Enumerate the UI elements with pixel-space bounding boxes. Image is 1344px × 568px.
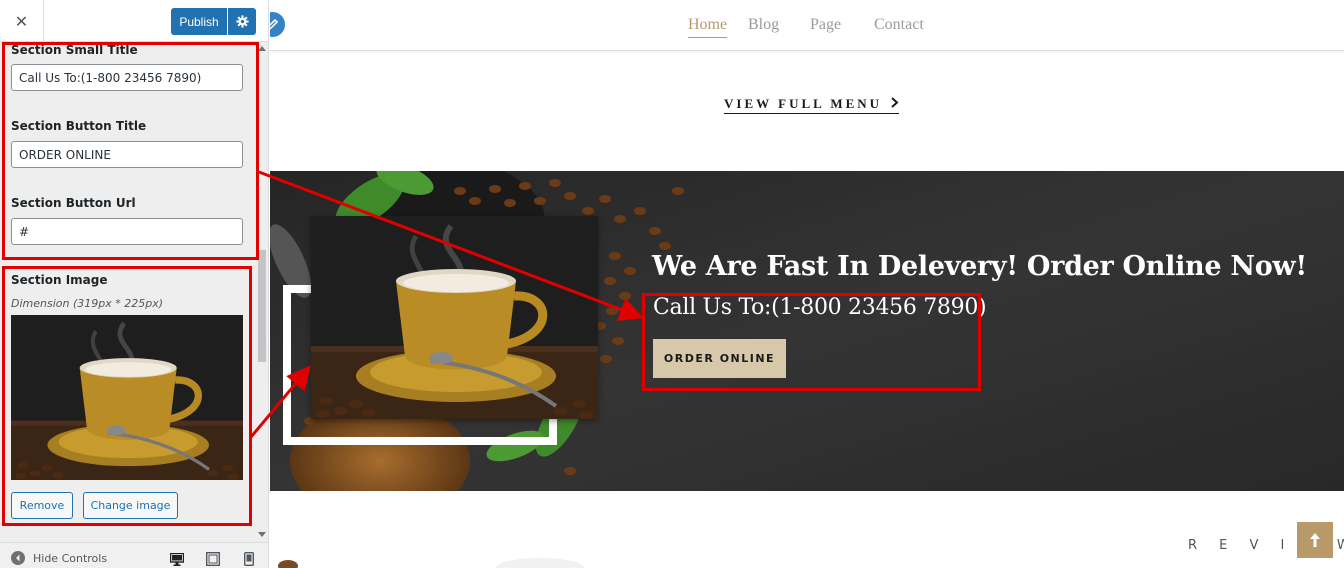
scrollbar-thumb[interactable] [258, 250, 266, 362]
small-title-label: Section Small Title [11, 43, 138, 57]
button-url-label: Section Button Url [11, 196, 136, 210]
reviews-decor-image [278, 558, 584, 568]
button-title-label: Section Button Title [11, 119, 147, 133]
hide-controls-label: Hide Controls [33, 551, 108, 565]
desktop-preview-button[interactable] [169, 551, 185, 568]
change-image-button[interactable]: Change image [83, 492, 178, 519]
section-headline: We Are Fast In Delevery! Order Online No… [652, 251, 1307, 282]
mobile-preview-button[interactable] [243, 551, 255, 568]
section-image[interactable] [311, 216, 598, 419]
customizer-footer: Hide Controls [0, 542, 268, 568]
edit-shortcut-button[interactable] [270, 10, 287, 39]
scroll-down-icon[interactable] [258, 532, 266, 537]
chevron-right-icon [891, 97, 899, 108]
section-small-title: Call Us To:(1-800 23456 7890) [653, 295, 987, 320]
tablet-preview-button[interactable] [205, 551, 221, 568]
hide-controls-button[interactable]: Hide Controls [11, 551, 107, 565]
desktop-icon [169, 552, 185, 566]
nav-item-home[interactable]: Home [688, 16, 728, 38]
publish-settings-button[interactable] [228, 8, 256, 35]
close-icon: ✕ [14, 11, 29, 31]
customizer-sidebar: ✕ Publish Section Small Title Section Bu… [0, 0, 269, 568]
nav-item-page[interactable]: Page [810, 16, 841, 34]
section-image-label: Section Image [11, 273, 108, 287]
site-navigation: Home Blog Page Contact [270, 0, 1344, 51]
collapse-arrow-icon [11, 551, 25, 565]
gear-icon [235, 15, 249, 28]
button-title-input[interactable] [11, 141, 243, 168]
remove-image-label: Remove [19, 499, 65, 512]
scroll-to-top-button[interactable] [1297, 522, 1333, 558]
view-full-menu-label: VIEW FULL MENU [724, 96, 883, 111]
dimension-note: Dimension (319px * 225px) [11, 297, 164, 310]
tablet-icon [205, 551, 221, 567]
mobile-icon [243, 551, 255, 567]
small-title-input[interactable] [11, 64, 243, 91]
order-online-button[interactable]: ORDER ONLINE [653, 339, 786, 378]
nav-item-contact[interactable]: Contact [874, 16, 924, 34]
order-online-label: ORDER ONLINE [663, 352, 776, 365]
nav-item-blog[interactable]: Blog [748, 16, 779, 34]
change-image-label: Change image [90, 499, 171, 512]
pencil-icon [270, 19, 278, 30]
close-button[interactable]: ✕ [0, 0, 44, 42]
arrow-up-icon [1310, 533, 1320, 547]
section-image-thumbnail[interactable] [11, 315, 243, 480]
site-preview: Home Blog Page Contact VIEW FULL MENU We… [270, 0, 1344, 568]
remove-image-button[interactable]: Remove [11, 492, 73, 519]
publish-button[interactable]: Publish [171, 8, 227, 35]
publish-label: Publish [179, 14, 219, 29]
customizer-header: ✕ Publish [0, 0, 268, 42]
order-online-section: We Are Fast In Delevery! Order Online No… [270, 171, 1344, 491]
view-full-menu-link[interactable]: VIEW FULL MENU [724, 96, 900, 114]
button-url-input[interactable] [11, 218, 243, 245]
scroll-up-icon[interactable] [258, 46, 266, 51]
